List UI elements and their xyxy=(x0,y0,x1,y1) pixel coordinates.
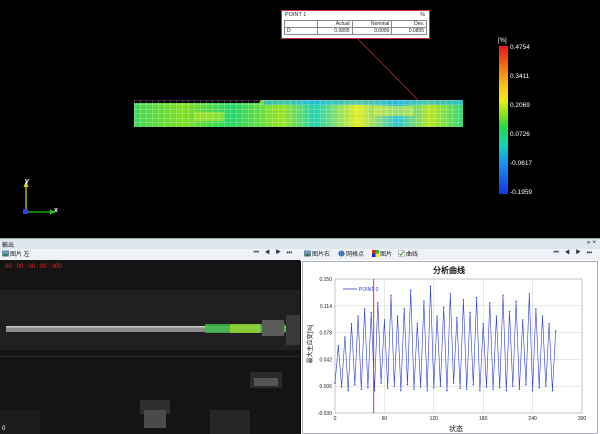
axis-x-label: x xyxy=(54,207,58,214)
point-callout[interactable]: POINT 1 % Actual Nominal Dev. D 0.0895 0… xyxy=(281,10,430,39)
image-right-tab[interactable]: 图片右 xyxy=(304,250,330,259)
right-frame-nav[interactable]: ⏮ ◀ ▶ ⏭ xyxy=(553,250,594,257)
callout-value-actual: 0.0895 xyxy=(317,27,353,35)
frame-corner-number: 0 xyxy=(2,426,6,432)
callout-row-label: D xyxy=(284,27,318,35)
camera-image[interactable] xyxy=(0,260,300,434)
chart-frame xyxy=(302,261,598,434)
grid-points-label: 网格点 xyxy=(346,252,365,258)
output-panel-header: 輸出 » × xyxy=(0,238,600,249)
callout-value-dev: 0.0895 xyxy=(391,27,427,35)
callout-table: Actual Nominal Dev. D 0.0895 0.0000 0.08… xyxy=(284,20,427,35)
colorbar-label-4: -0.0617 xyxy=(510,160,533,167)
image-icon xyxy=(304,250,311,257)
callout-unit: % xyxy=(420,12,425,18)
left-frame-nav[interactable]: ⏮ ◀ ▶ ⏭ xyxy=(253,250,294,257)
colorbar-label-5: -0.1959 xyxy=(510,189,533,196)
image-tab[interactable]: 图片 xyxy=(372,250,392,259)
curve-tab[interactable]: 曲线 xyxy=(398,250,418,259)
panel-window-buttons[interactable]: » × xyxy=(587,239,596,246)
camera-scene xyxy=(0,260,300,434)
callout-value-row: D 0.0895 0.0000 0.0895 xyxy=(284,27,427,35)
colorbar-label-2: 0.2069 xyxy=(510,102,530,109)
timecode-display: 00 : 00 : 00 : 00 : 000 xyxy=(5,264,62,270)
callout-header-dev: Dev. xyxy=(391,20,427,28)
3d-viewport[interactable]: POINT 1 % Actual Nominal Dev. D 0.0895 0… xyxy=(0,0,600,238)
colormap-icon xyxy=(372,250,379,257)
image-tab-label: 图片 xyxy=(380,252,393,258)
colorbar-legend xyxy=(499,46,508,194)
output-panel-title: 輸出 xyxy=(2,243,15,249)
image-left-tab[interactable]: 图片 左 xyxy=(2,250,30,259)
callout-value-nominal: 0.0000 xyxy=(351,27,393,35)
globe-icon xyxy=(338,250,345,257)
curve-check-icon xyxy=(398,250,405,257)
image-left-label: 图片 左 xyxy=(10,252,30,258)
colorbar-label-3: 0.0726 xyxy=(510,131,530,138)
colorbar-label-0: 0.4754 xyxy=(510,44,530,51)
axis-y-label: y xyxy=(25,178,29,185)
callout-header-actual: Actual xyxy=(317,20,353,28)
colorbar-label-1: 0.3411 xyxy=(510,73,530,80)
callout-header-nominal: Nominal xyxy=(351,20,393,28)
strain-mesh-strip[interactable] xyxy=(134,100,463,127)
grid-points-tab[interactable]: 网格点 xyxy=(338,250,364,259)
image-icon xyxy=(2,250,9,257)
curve-tab-label: 曲线 xyxy=(406,252,419,258)
callout-header-row: Actual Nominal Dev. xyxy=(284,20,427,28)
image-right-label: 图片右 xyxy=(312,252,331,258)
colorbar-title: [%] xyxy=(498,38,507,44)
callout-title: POINT 1 xyxy=(285,12,307,18)
